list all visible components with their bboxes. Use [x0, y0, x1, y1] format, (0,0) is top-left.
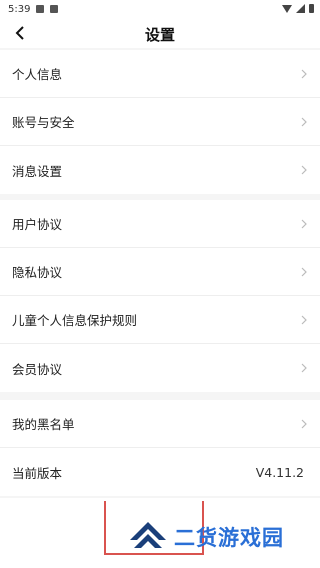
page-title: 设置: [144, 26, 175, 44]
chevron-right-icon: [301, 315, 307, 325]
watermark-logo-icon: [130, 522, 166, 548]
chevron-right-icon: [301, 419, 307, 429]
settings-item-notifications[interactable]: 消息设置: [0, 146, 320, 194]
settings-item-label: 消息设置: [12, 163, 63, 179]
chevron-right-icon: [301, 267, 307, 277]
settings-item-label: 用户协议: [12, 217, 63, 232]
chevron-right-icon: [301, 69, 307, 79]
settings-item-label: 隐私协议: [12, 265, 63, 280]
chevron-right-icon: [301, 219, 307, 229]
settings-item-profile[interactable]: 个人信息: [0, 50, 320, 98]
settings-item-membership[interactable]: 会员协议: [0, 344, 320, 392]
wifi-icon: [282, 4, 292, 13]
watermark-text: 二货游戏园: [174, 526, 284, 550]
notification-icon: [36, 5, 45, 13]
notification-icon: [50, 5, 59, 13]
settings-group-agreements: 用户协议 隐私协议 儿童个人信息保护规则 会员协议: [0, 200, 320, 392]
chevron-right-icon: [301, 165, 307, 175]
status-time: 5:39: [8, 3, 31, 15]
settings-item-label: 个人信息: [12, 67, 63, 82]
settings-item-blacklist[interactable]: 我的黑名单: [0, 400, 320, 448]
settings-item-child-privacy[interactable]: 儿童个人信息保护规则: [0, 296, 320, 344]
watermark: 二货游戏园: [128, 518, 284, 556]
settings-group-account: 个人信息 账号与安全 消息设置: [0, 50, 320, 194]
chevron-right-icon: [301, 363, 307, 373]
navbar: 设置: [0, 18, 320, 48]
signal-icon: [296, 4, 305, 13]
version-value: V4.11.2: [255, 464, 304, 480]
settings-item-label: 儿童个人信息保护规则: [12, 313, 138, 328]
settings-item-label: 账号与安全: [12, 115, 75, 130]
settings-item-version: 当前版本 V4.11.2: [0, 448, 320, 496]
settings-item-user-agreement[interactable]: 用户协议: [0, 200, 320, 248]
battery-icon: [309, 4, 314, 13]
chevron-right-icon: [301, 117, 307, 127]
settings-item-label: 当前版本: [12, 465, 63, 481]
settings-item-privacy[interactable]: 隐私协议: [0, 248, 320, 296]
settings-item-account-security[interactable]: 账号与安全: [0, 98, 320, 146]
status-bar: 5:39: [0, 0, 320, 18]
settings-group-other: 我的黑名单 当前版本 V4.11.2: [0, 400, 320, 496]
settings-item-label: 会员协议: [12, 361, 63, 377]
settings-item-label: 我的黑名单: [12, 417, 75, 432]
